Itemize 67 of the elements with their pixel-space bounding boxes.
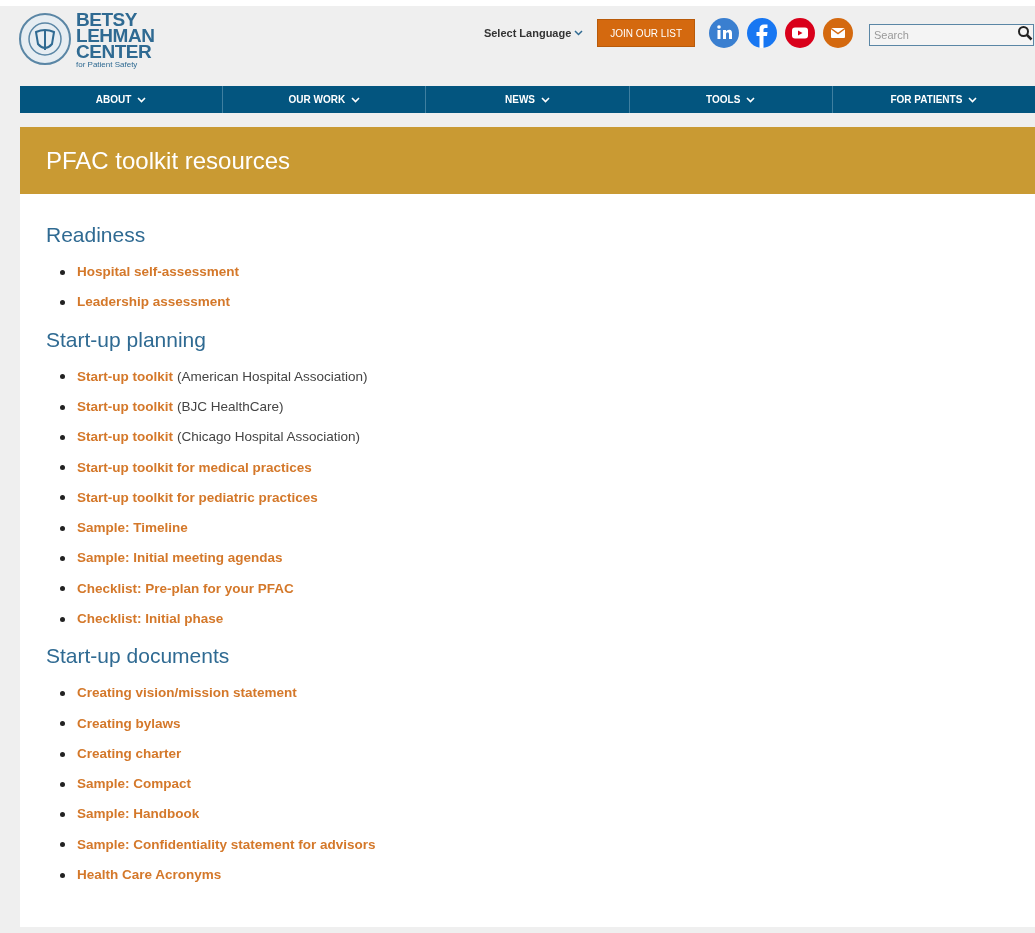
page-title: PFAC toolkit resources: [46, 145, 291, 176]
link-note: (BJC HealthCare): [177, 397, 284, 416]
resource-link[interactable]: Checklist: Initial phase: [77, 609, 224, 630]
youtube-icon[interactable]: [785, 18, 815, 48]
chevron-down-icon: [351, 96, 361, 103]
resource-link[interactable]: Hospital self-assessment: [77, 262, 240, 283]
resource-link[interactable]: Creating bylaws: [77, 713, 181, 734]
bullet-icon: [60, 525, 65, 531]
bullet-icon: [60, 556, 65, 561]
chevron-down-icon: [968, 96, 978, 103]
link-note: (American Hospital Association): [177, 367, 368, 386]
chevron-down-icon: [746, 96, 756, 103]
resource-link[interactable]: Creating charter: [77, 743, 182, 765]
logo-text: BETSY: [76, 12, 137, 28]
bullet-icon: [60, 465, 65, 471]
linkedin-icon[interactable]: [709, 18, 739, 48]
resource-link[interactable]: Leadership assessment: [77, 292, 231, 313]
nav-item[interactable]: NEWS: [425, 86, 629, 113]
nav-item[interactable]: FOR PATIENTS: [831, 86, 1035, 113]
resource-link[interactable]: Creating vision/mission statement: [77, 683, 297, 704]
join-list-button[interactable]: JOIN OUR LIST: [597, 19, 695, 47]
chevron-down-icon: [541, 96, 550, 103]
bullet-icon: [60, 299, 65, 305]
logo-text: CENTER: [76, 44, 152, 60]
link-note: (Chicago Hospital Association): [177, 428, 361, 447]
bullet-icon: [60, 404, 65, 410]
bullet-icon: [60, 690, 65, 696]
language-select[interactable]: Select Language: [483, 24, 584, 42]
resource-link[interactable]: Start-up toolkit for medical practices: [77, 457, 312, 478]
section-heading: Readiness: [46, 222, 147, 248]
email-icon[interactable]: [823, 18, 853, 48]
nav-item[interactable]: OUR WORK: [222, 86, 426, 113]
nav-item[interactable]: ABOUT: [20, 86, 223, 113]
bullet-icon: [60, 269, 65, 275]
chevron-down-icon: [137, 96, 147, 103]
resource-link[interactable]: Sample: Initial meeting agendas: [77, 548, 283, 569]
facebook-icon[interactable]: [747, 18, 777, 48]
nav-item[interactable]: TOOLS: [628, 86, 832, 113]
bullet-icon: [60, 842, 65, 848]
chevron-down-icon: [574, 30, 584, 36]
resource-link[interactable]: Start-up toolkit: [77, 427, 173, 448]
bullet-icon: [60, 872, 65, 878]
bullet-icon: [60, 374, 65, 380]
bullet-icon: [60, 616, 65, 622]
section-heading: Start-up documents: [46, 643, 231, 670]
resource-link[interactable]: Sample: Timeline: [77, 518, 188, 539]
bullet-icon: [60, 812, 65, 818]
resource-link[interactable]: Start-up toolkit: [77, 366, 173, 387]
resource-link[interactable]: Start-up toolkit for pediatric practices: [77, 487, 318, 509]
bullet-icon: [60, 586, 65, 592]
search-icon[interactable]: [1017, 25, 1033, 41]
bullet-icon: [60, 721, 65, 727]
logo-text: LEHMAN: [76, 28, 155, 44]
bullet-icon: [60, 495, 65, 501]
bullet-icon: [60, 434, 65, 440]
section-heading: Start-up planning: [46, 326, 207, 353]
resource-link[interactable]: Sample: Compact: [77, 774, 192, 795]
resource-link[interactable]: Checklist: Pre-plan for your PFAC: [77, 578, 294, 599]
resource-link[interactable]: Start-up toolkit: [77, 396, 173, 418]
resource-link[interactable]: Sample: Confidentiality statement for advisors: [77, 834, 376, 855]
seal-logo-icon: [18, 12, 72, 66]
resource-link[interactable]: Health Care Acronyms: [77, 865, 222, 886]
logo-tagline: for Patient Safety: [76, 60, 139, 70]
search-field[interactable]: Search: [869, 24, 1034, 46]
resource-link[interactable]: Sample: Handbook: [77, 804, 200, 825]
bullet-icon: [60, 751, 65, 757]
bullet-icon: [60, 781, 65, 787]
